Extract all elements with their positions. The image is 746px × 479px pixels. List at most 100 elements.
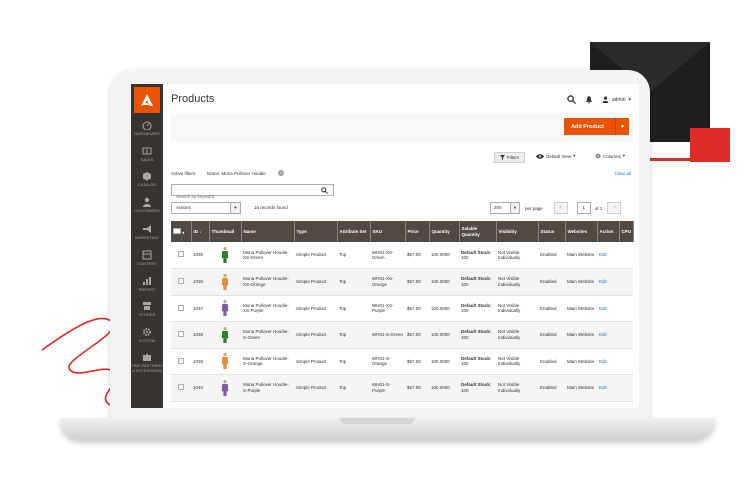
column-header-type[interactable]: Type (294, 221, 338, 242)
next-page-button[interactable]: > (607, 202, 622, 214)
salable-stock-value: 100 (461, 255, 469, 260)
chevron-down-icon: ▼ (230, 203, 240, 213)
search-icon[interactable] (321, 187, 328, 194)
keyword-search (171, 184, 334, 202)
eye-icon (536, 153, 544, 159)
column-header-attribute-set[interactable]: Attribute Set (337, 221, 371, 242)
sidebar-item-content[interactable]: CONTENT (131, 250, 163, 266)
column-header-status[interactable]: Status (538, 221, 566, 242)
cell-visibility: Not Visible Individually (496, 374, 538, 402)
sidebar-item-stores[interactable]: STORES (131, 301, 163, 317)
chevron-down-icon: ▾ (573, 153, 576, 158)
sidebar-item-marketing[interactable]: MARKETING (131, 224, 163, 240)
search-icon[interactable] (567, 95, 576, 104)
cell-action: Edit (597, 268, 619, 296)
cell-salable-quantity: Default Stock: 100 (459, 374, 496, 402)
salable-stock-label: Default Stock: (461, 355, 492, 361)
adobe-logo-icon (141, 94, 153, 106)
mass-actions-dropdown[interactable]: Actions ▼ (171, 202, 241, 214)
cell-cpu (619, 321, 633, 349)
page-title: Products (171, 93, 215, 105)
cell-thumbnail (209, 268, 241, 296)
column-header-price[interactable]: Price (405, 221, 430, 242)
sidebar-item-report[interactable]: REPORT (131, 276, 163, 292)
table-row[interactable]: 1040 Mona Pullover Hoodie-S-Purple Simple … (171, 374, 633, 402)
column-header-visibility[interactable]: Visibility (496, 221, 539, 242)
column-header-websites[interactable]: Websites (565, 221, 598, 242)
default-view-dropdown[interactable]: Default View ▾ (536, 153, 575, 159)
per-page-select[interactable]: 200 ▼ (490, 202, 520, 214)
add-product-button[interactable]: Add Product ▼ (564, 118, 629, 135)
select-all-header[interactable]: ▾ (171, 221, 192, 242)
columns-dropdown[interactable]: Columns ▾ (595, 153, 625, 159)
adobe-logo[interactable] (134, 87, 160, 113)
grid-body: 1035 Mona Pullover Hoodie-XS-Green Simple … (171, 242, 633, 402)
table-row[interactable]: 1036 Mona Pullover Hoodie-XS-Orange Simple… (171, 268, 633, 296)
table-row[interactable]: 1039 Mona Pullover Hoodie-S-Orange Simple … (171, 348, 633, 375)
edit-link[interactable]: Edit (599, 332, 607, 337)
edit-link[interactable]: Edit (599, 359, 607, 364)
row-checkbox[interactable] (178, 384, 184, 390)
actions-label: Actions (176, 205, 191, 210)
user-menu[interactable]: admin ▾ (602, 96, 631, 103)
search-input[interactable] (172, 191, 302, 202)
table-row[interactable]: 1037 Mona Pullover Hoodie-XS-Purple Simple… (171, 295, 633, 322)
filters-button[interactable]: Filters (494, 152, 525, 163)
add-product-dropdown-toggle[interactable]: ▼ (615, 118, 629, 135)
chevron-down-icon: ▾ (622, 153, 626, 158)
row-checkbox[interactable] (178, 357, 184, 364)
edit-link[interactable]: Edit (599, 279, 607, 284)
product-thumbnail[interactable] (221, 352, 229, 370)
sidebar-item-label: SALES (140, 157, 154, 162)
sidebar-item-sales[interactable]: $ SALES (131, 146, 163, 162)
cell-quantity: 100.0000 (429, 348, 459, 375)
bell-icon[interactable] (585, 95, 593, 104)
table-row[interactable]: 1035 Mona Pullover Hoodie-XS-Green Simple … (171, 242, 633, 269)
column-header-quantity[interactable]: Quantity (429, 221, 460, 242)
cell-type: Simple Product (294, 348, 337, 375)
cell-quantity: 100.0000 (429, 321, 459, 349)
column-header-salable-quantity[interactable]: Salable Quantity (459, 221, 497, 242)
product-thumbnail[interactable] (221, 246, 229, 264)
row-checkbox[interactable] (178, 278, 184, 284)
product-thumbnail[interactable] (221, 326, 229, 344)
row-checkbox[interactable] (178, 304, 184, 311)
product-thumbnail[interactable] (221, 299, 229, 317)
edit-link[interactable]: Edit (599, 252, 607, 257)
clear-all-link[interactable]: Clear all (614, 171, 631, 176)
cell-id: 1038 (191, 321, 209, 349)
prev-page-button[interactable]: < (553, 202, 568, 214)
column-header-id[interactable]: ID ↓ (191, 221, 210, 242)
cell-name: Mona Pullover Hoodie-S-Green (241, 321, 294, 349)
salable-stock-label: Default Stock: (461, 302, 492, 308)
edit-link[interactable]: Edit (599, 306, 607, 311)
per-page-label: per page (525, 205, 543, 211)
cell-price: $57.00 (405, 268, 429, 296)
column-header-cpu[interactable]: CPU (619, 221, 634, 242)
chevron-down-icon: ▼ (620, 123, 625, 130)
sidebar-item-customers[interactable]: CUSTOMERS (131, 197, 163, 213)
cell-websites: Main Website (565, 348, 597, 375)
cell-visibility: Not Visible Individually (496, 348, 538, 375)
table-row[interactable]: 1038 Mona Pullover Hoodie-S-Green Simple P… (171, 321, 633, 349)
sidebar-item-find-partners[interactable]: FIND PARTNERS & EXTENSIONS (131, 352, 163, 373)
user-icon (602, 96, 609, 103)
product-thumbnail[interactable] (221, 379, 229, 397)
sidebar-item-system[interactable]: SYSTEM (131, 327, 163, 343)
row-checkbox[interactable] (178, 331, 184, 337)
gear-icon (143, 328, 151, 336)
edit-link[interactable]: Edit (599, 385, 607, 390)
product-thumbnail[interactable] (221, 273, 229, 291)
select-all-checkbox[interactable] (173, 227, 181, 234)
sidebar-item-catalog[interactable]: CATALOG (131, 171, 163, 187)
cell-action: Edit (597, 295, 619, 322)
column-header-name[interactable]: Name (241, 221, 295, 242)
chevron-down-icon: ▾ (182, 229, 185, 235)
row-checkbox[interactable] (178, 251, 184, 258)
column-header-thumbnail[interactable]: Thumbnail (209, 221, 242, 242)
page-input[interactable]: 1 (576, 202, 591, 214)
column-header-sku[interactable]: SKU (370, 221, 406, 242)
svg-text:$: $ (145, 149, 148, 155)
remove-filter-icon[interactable]: × (278, 170, 284, 176)
sidebar-item-dashboard[interactable]: DASHBOARD (131, 120, 163, 136)
